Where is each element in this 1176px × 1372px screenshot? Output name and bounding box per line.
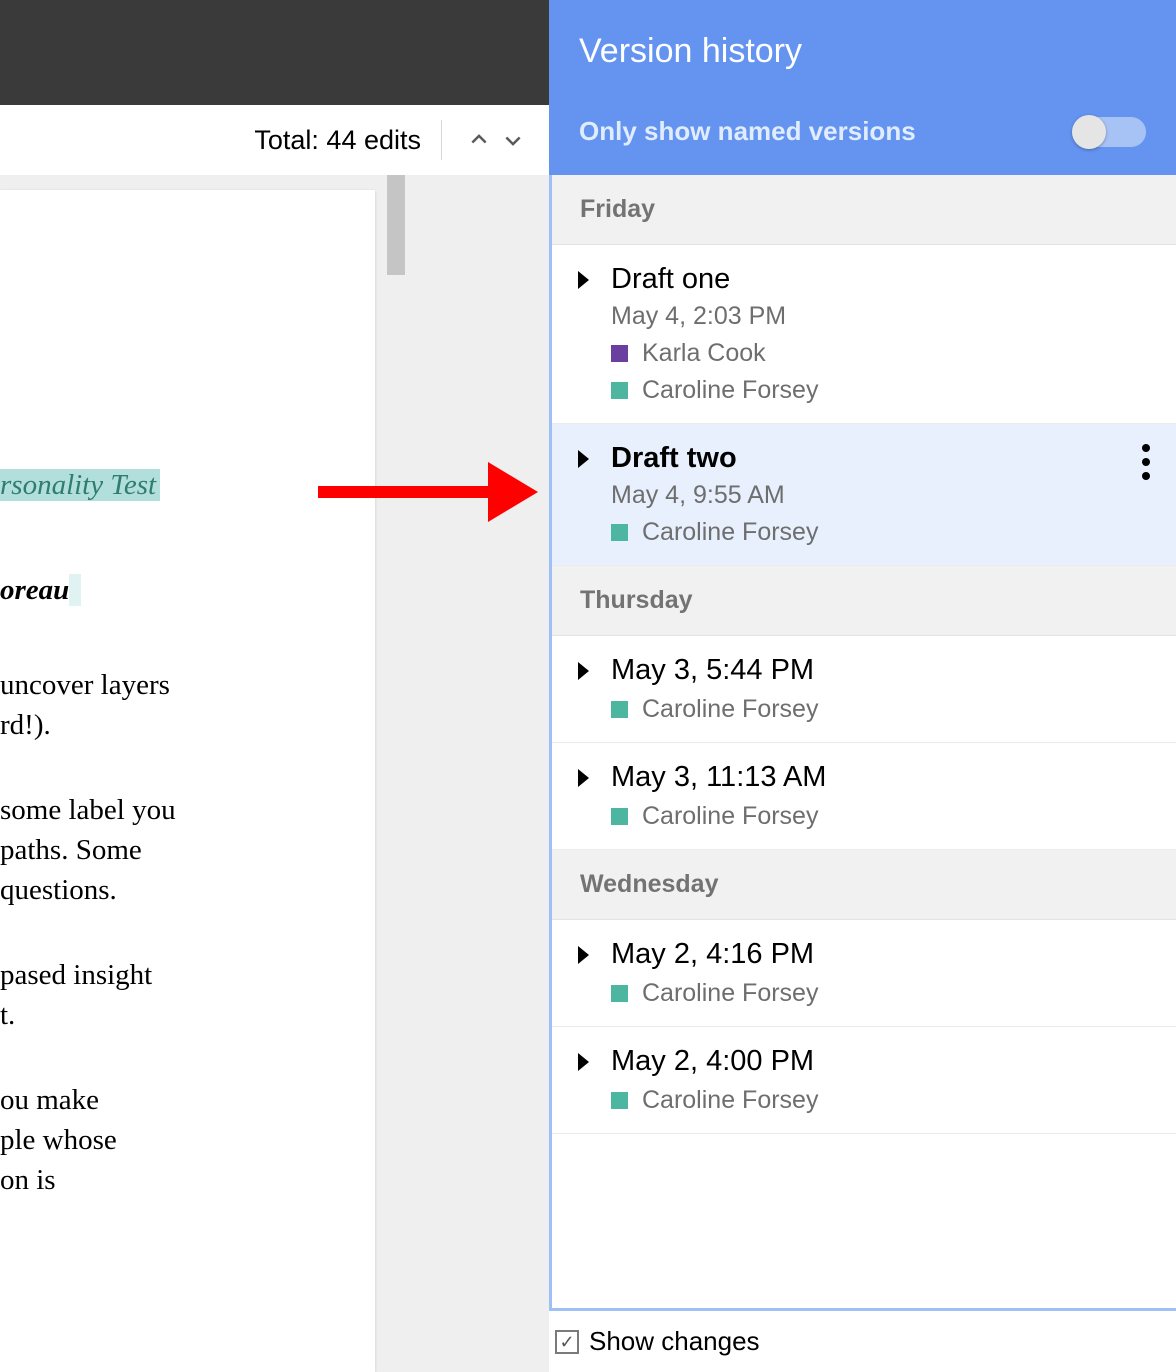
editor-name: Karla Cook <box>642 339 766 368</box>
doc-line: some label you <box>0 790 176 831</box>
edits-info-bar: Total: 44 edits <box>0 105 550 175</box>
doc-line: paths. Some <box>0 830 142 871</box>
editor-row: Karla Cook <box>611 339 1152 368</box>
version-date: May 4, 9:55 AM <box>611 481 1152 510</box>
editor-name: Caroline Forsey <box>642 802 818 831</box>
editor-row: Caroline Forsey <box>611 802 1152 831</box>
version-item[interactable]: Draft two May 4, 9:55 AM Caroline Forsey <box>552 424 1176 566</box>
expand-caret-icon[interactable] <box>578 450 589 468</box>
editor-name: Caroline Forsey <box>642 376 818 405</box>
editor-row: Caroline Forsey <box>611 376 1152 405</box>
doc-highlight: rsonality Test <box>0 465 160 506</box>
version-item[interactable]: May 2, 4:16 PM Caroline Forsey <box>552 920 1176 1027</box>
toggle-knob <box>1072 115 1106 149</box>
version-menu-button[interactable] <box>1142 444 1150 480</box>
show-changes-label: Show changes <box>589 1326 760 1357</box>
editor-name: Caroline Forsey <box>642 695 818 724</box>
editor-name: Caroline Forsey <box>642 518 818 547</box>
doc-line: ou make <box>0 1080 99 1121</box>
toggle-label: Only show named versions <box>579 116 916 147</box>
editor-row: Caroline Forsey <box>611 979 1152 1008</box>
version-title: May 3, 11:13 AM <box>611 761 826 794</box>
version-title: May 3, 5:44 PM <box>611 654 814 687</box>
version-history-sidebar: Version history Only show named versions… <box>549 0 1176 1372</box>
editor-color-icon <box>611 701 628 718</box>
expand-caret-icon[interactable] <box>578 769 589 787</box>
editor-color-icon <box>611 808 628 825</box>
show-changes-checkbox[interactable]: ✓ <box>555 1330 579 1354</box>
total-edits-text: Total: 44 edits <box>254 125 421 156</box>
version-item[interactable]: Draft one May 4, 2:03 PM Karla Cook Carolin… <box>552 245 1176 424</box>
version-title: Draft two <box>611 442 737 475</box>
editor-name: Caroline Forsey <box>642 1086 818 1115</box>
editor-row: Caroline Forsey <box>611 518 1152 547</box>
version-title: May 2, 4:16 PM <box>611 938 814 971</box>
expand-caret-icon[interactable] <box>578 662 589 680</box>
editor-row: Caroline Forsey <box>611 1086 1152 1115</box>
doc-line: uncover layers <box>0 665 170 706</box>
editor-row: Caroline Forsey <box>611 695 1152 724</box>
scrollbar-thumb[interactable] <box>387 175 405 275</box>
chevron-down-icon <box>503 130 523 150</box>
prev-edit-button[interactable] <box>462 123 496 157</box>
version-item[interactable]: May 2, 4:00 PM Caroline Forsey <box>552 1027 1176 1134</box>
version-item[interactable]: May 3, 5:44 PM Caroline Forsey <box>552 636 1176 743</box>
editor-color-icon <box>611 985 628 1002</box>
expand-caret-icon[interactable] <box>578 1053 589 1071</box>
versions-list[interactable]: Friday Draft one May 4, 2:03 PM Karla Cook C… <box>549 175 1176 1311</box>
day-header: Friday <box>552 175 1176 245</box>
next-edit-button[interactable] <box>496 123 530 157</box>
doc-line: questions. <box>0 870 117 911</box>
title-bar <box>0 0 550 105</box>
chevron-up-icon <box>469 130 489 150</box>
expand-caret-icon[interactable] <box>578 271 589 289</box>
editor-name: Caroline Forsey <box>642 979 818 1008</box>
doc-line: ple whose <box>0 1120 117 1161</box>
editor-color-icon <box>611 382 628 399</box>
named-versions-toggle[interactable] <box>1074 117 1146 147</box>
day-header: Thursday <box>552 566 1176 636</box>
editor-color-icon <box>611 524 628 541</box>
document-area: rsonality Test oreau uncover layers rd!)… <box>0 175 550 1372</box>
day-header: Wednesday <box>552 850 1176 920</box>
doc-author: oreau <box>0 570 81 611</box>
version-title: May 2, 4:00 PM <box>611 1045 814 1078</box>
doc-line: rd!). <box>0 705 51 746</box>
version-date: May 4, 2:03 PM <box>611 302 1152 331</box>
doc-line: t. <box>0 995 15 1036</box>
editor-color-icon <box>611 345 628 362</box>
editor-color-icon <box>611 1092 628 1109</box>
doc-line: pased insight <box>0 955 152 996</box>
expand-caret-icon[interactable] <box>578 946 589 964</box>
sidebar-title: Version history <box>549 0 1176 96</box>
version-title: Draft one <box>611 263 730 296</box>
doc-line: on is <box>0 1160 56 1201</box>
divider <box>441 120 442 160</box>
document-page[interactable]: rsonality Test oreau uncover layers rd!)… <box>0 190 375 1372</box>
version-item[interactable]: May 3, 11:13 AM Caroline Forsey <box>552 743 1176 850</box>
show-changes-row: ✓ Show changes <box>549 1311 1176 1372</box>
named-versions-toggle-row: Only show named versions <box>549 96 1176 175</box>
